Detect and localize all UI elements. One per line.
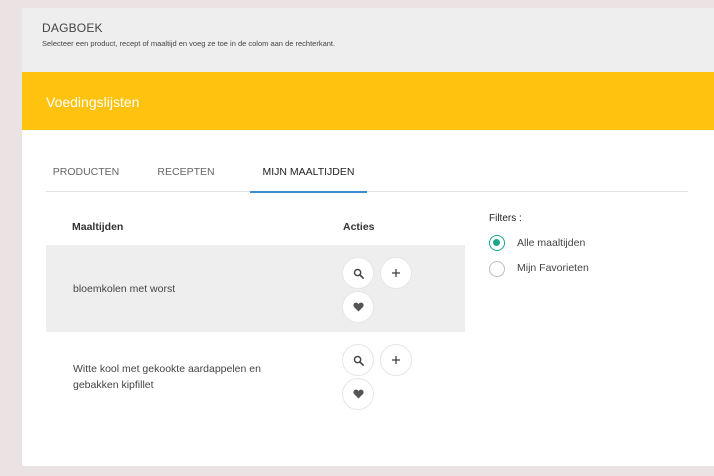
radio-all-meals[interactable] — [489, 235, 505, 251]
search-button[interactable] — [342, 344, 374, 376]
card-title: Voedingslijsten — [46, 94, 140, 110]
meal-name-line-1: Witte kool met gekookte aardappelen en — [73, 363, 261, 375]
favorite-button[interactable] — [342, 378, 374, 410]
heart-icon — [352, 302, 364, 312]
column-header-meals: Maaltijden — [72, 221, 124, 233]
meal-name-line-2: gebakken kipfillet — [73, 379, 154, 391]
tab-my-meals[interactable]: MIJN MAALTIJDEN — [250, 157, 367, 193]
food-lists-card: Voedingslijsten PRODUCTEN RECEPTEN MIJN … — [22, 72, 714, 466]
add-button[interactable] — [380, 257, 412, 289]
table-row: Witte kool met gekookte aardappelen en g… — [46, 332, 465, 422]
search-icon — [353, 268, 364, 279]
table-row: bloemkolen met worst — [46, 245, 465, 332]
radio-label-all-meals[interactable]: Alle maaltijden — [517, 237, 585, 249]
page-title: DAGBOEK — [42, 21, 103, 35]
search-icon — [353, 355, 364, 366]
tab-recipes[interactable]: RECEPTEN — [152, 157, 220, 192]
tab-bar: PRODUCTEN RECEPTEN MIJN MAALTIJDEN — [46, 157, 688, 193]
radio-label-favorites[interactable]: Mijn Favorieten — [517, 262, 589, 274]
heart-icon — [352, 389, 364, 399]
add-button[interactable] — [380, 344, 412, 376]
card-header: Voedingslijsten — [22, 72, 714, 130]
plus-icon — [392, 356, 400, 364]
search-button[interactable] — [342, 257, 374, 289]
plus-icon — [392, 269, 400, 277]
column-header-actions: Acties — [343, 221, 375, 233]
meal-name: Witte kool met gekookte aardappelen en g… — [73, 361, 261, 393]
tab-products[interactable]: PRODUCTEN — [46, 157, 126, 192]
favorite-button[interactable] — [342, 291, 374, 323]
filters-title: Filters : — [489, 213, 522, 224]
meal-name: bloemkolen met worst — [73, 283, 176, 295]
radio-favorites[interactable] — [489, 261, 505, 277]
page-subtitle: Selecteer een product, recept of maaltij… — [42, 39, 336, 48]
diary-header: DAGBOEK Selecteer een product, recept of… — [22, 8, 714, 72]
